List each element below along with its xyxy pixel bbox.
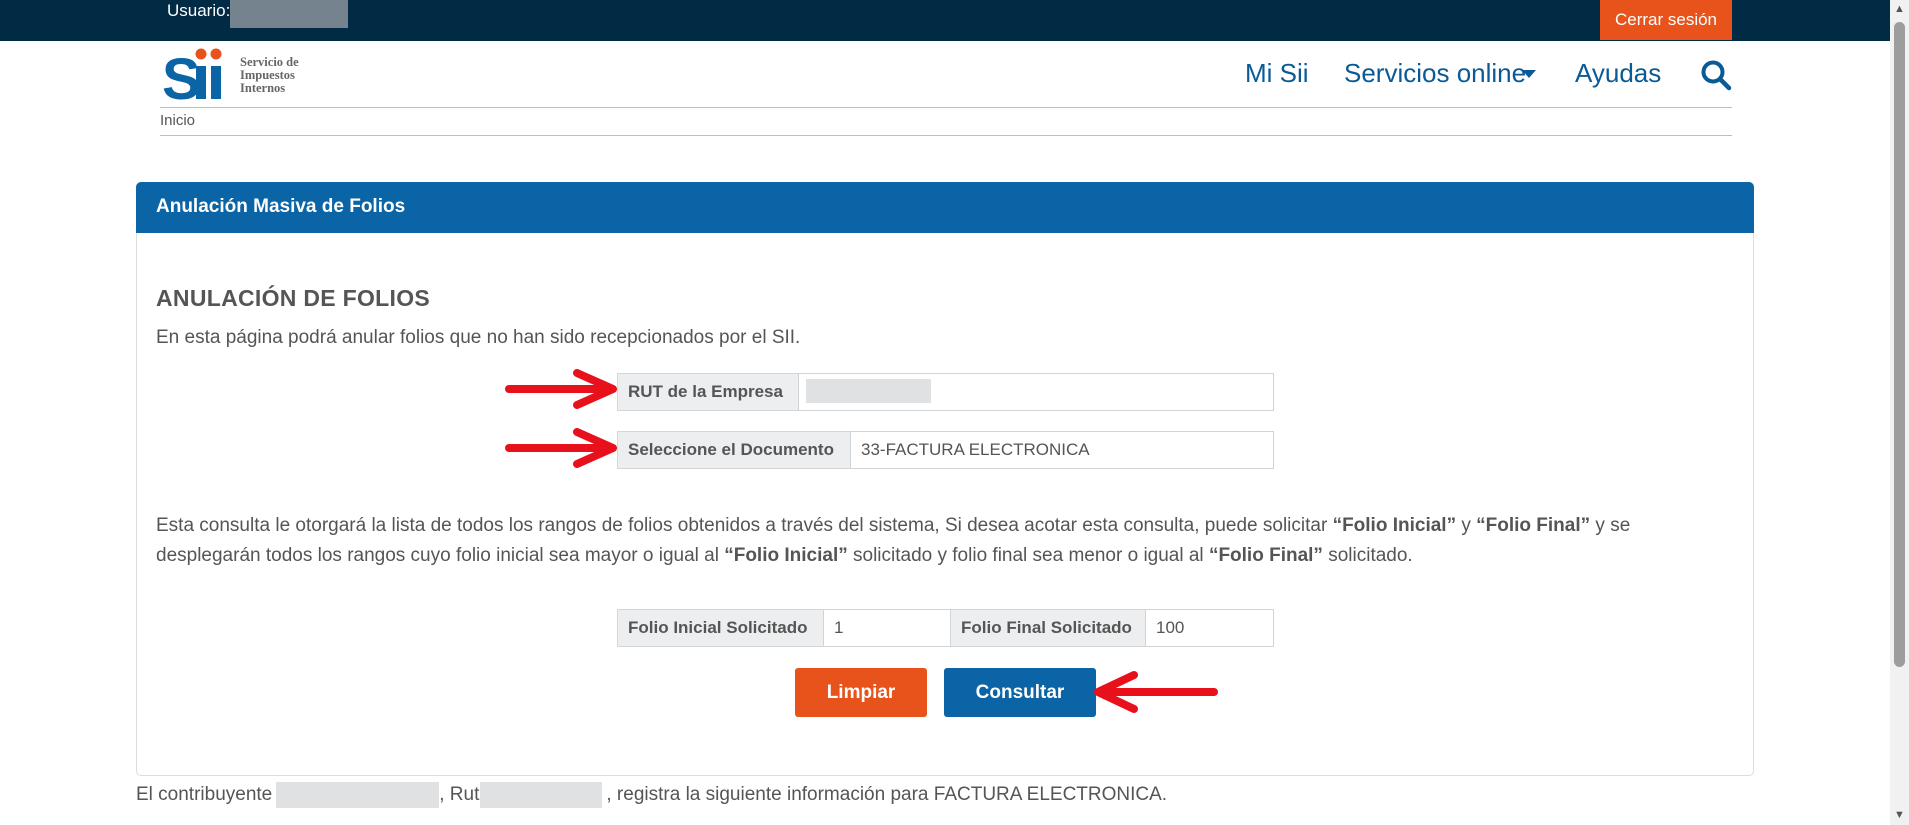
info-emphasis: “Folio Final” (1476, 515, 1591, 536)
nav-servicios-online[interactable]: Servicios online (1344, 58, 1526, 89)
header-divider (160, 107, 1732, 108)
annotation-arrow-icon (505, 369, 617, 409)
info-emphasis: “Folio Inicial” (724, 545, 848, 566)
sii-logo[interactable]: S Servicio de Impuestos Internos (162, 46, 332, 112)
breadcrumb-divider (160, 135, 1732, 136)
breadcrumb[interactable]: Inicio (160, 112, 195, 129)
footer-text-1: El contribuyente (136, 784, 273, 806)
contribuyente-redacted (276, 782, 440, 808)
annotation-arrow-icon (505, 428, 617, 468)
search-icon[interactable] (1700, 59, 1732, 91)
footer-text-2: , Rut (439, 784, 480, 806)
nav-ayudas[interactable]: Ayudas (1575, 58, 1661, 89)
scroll-down-arrow-icon[interactable]: ▼ (1890, 806, 1909, 825)
svg-text:S: S (162, 47, 199, 104)
chevron-down-icon (1522, 70, 1536, 78)
info-emphasis: “Folio Final” (1208, 545, 1323, 566)
panel-title: Anulación Masiva de Folios (156, 196, 406, 217)
scrollbar[interactable]: ▲ ▼ (1890, 0, 1909, 825)
limpiar-button[interactable]: Limpiar (795, 668, 927, 717)
documento-label: Seleccione el Documento (617, 431, 851, 469)
info-text: solicitado. (1322, 545, 1413, 566)
folio-inicial-label: Folio Inicial Solicitado (617, 609, 824, 647)
logout-button[interactable]: Cerrar sesión (1600, 0, 1732, 40)
rut-label: RUT de la Empresa (617, 373, 799, 411)
annotation-arrow-icon (1094, 671, 1218, 713)
info-text: solicitado y folio final sea menor o igu… (847, 545, 1209, 566)
rut-redacted (480, 782, 603, 808)
usuario-label: Usuario: (167, 1, 231, 20)
rut-redacted (806, 379, 931, 403)
documento-select[interactable]: 33-FACTURA ELECTRONICA (850, 431, 1274, 469)
info-emphasis: “Folio Inicial” (1332, 515, 1457, 536)
nav-mi-sii[interactable]: Mi Sii (1245, 58, 1309, 89)
info-text: Esta consulta le otorgará la lista de to… (156, 515, 1333, 536)
folio-inicial-input[interactable]: 1 (823, 609, 951, 647)
folio-final-label: Folio Final Solicitado (950, 609, 1146, 647)
usuario-name-redacted (230, 0, 348, 28)
intro-text: En esta página podrá anular folios que n… (156, 327, 801, 348)
info-text: y (1456, 515, 1477, 536)
info-paragraph: Esta consulta le otorgará la lista de to… (156, 511, 1726, 571)
section-title: ANULACIÓN DE FOLIOS (156, 285, 431, 311)
footer-text-3: , registra la siguiente información para… (606, 784, 1168, 806)
consultar-button[interactable]: Consultar (944, 668, 1096, 717)
scrollbar-thumb[interactable] (1894, 22, 1905, 667)
logo-line-3: Internos (240, 81, 286, 95)
scroll-up-arrow-icon[interactable]: ▲ (1890, 0, 1909, 19)
folio-final-input[interactable]: 100 (1145, 609, 1274, 647)
contribuyente-text: El contribuyente , Rut , registra la sigui… (136, 782, 1167, 808)
